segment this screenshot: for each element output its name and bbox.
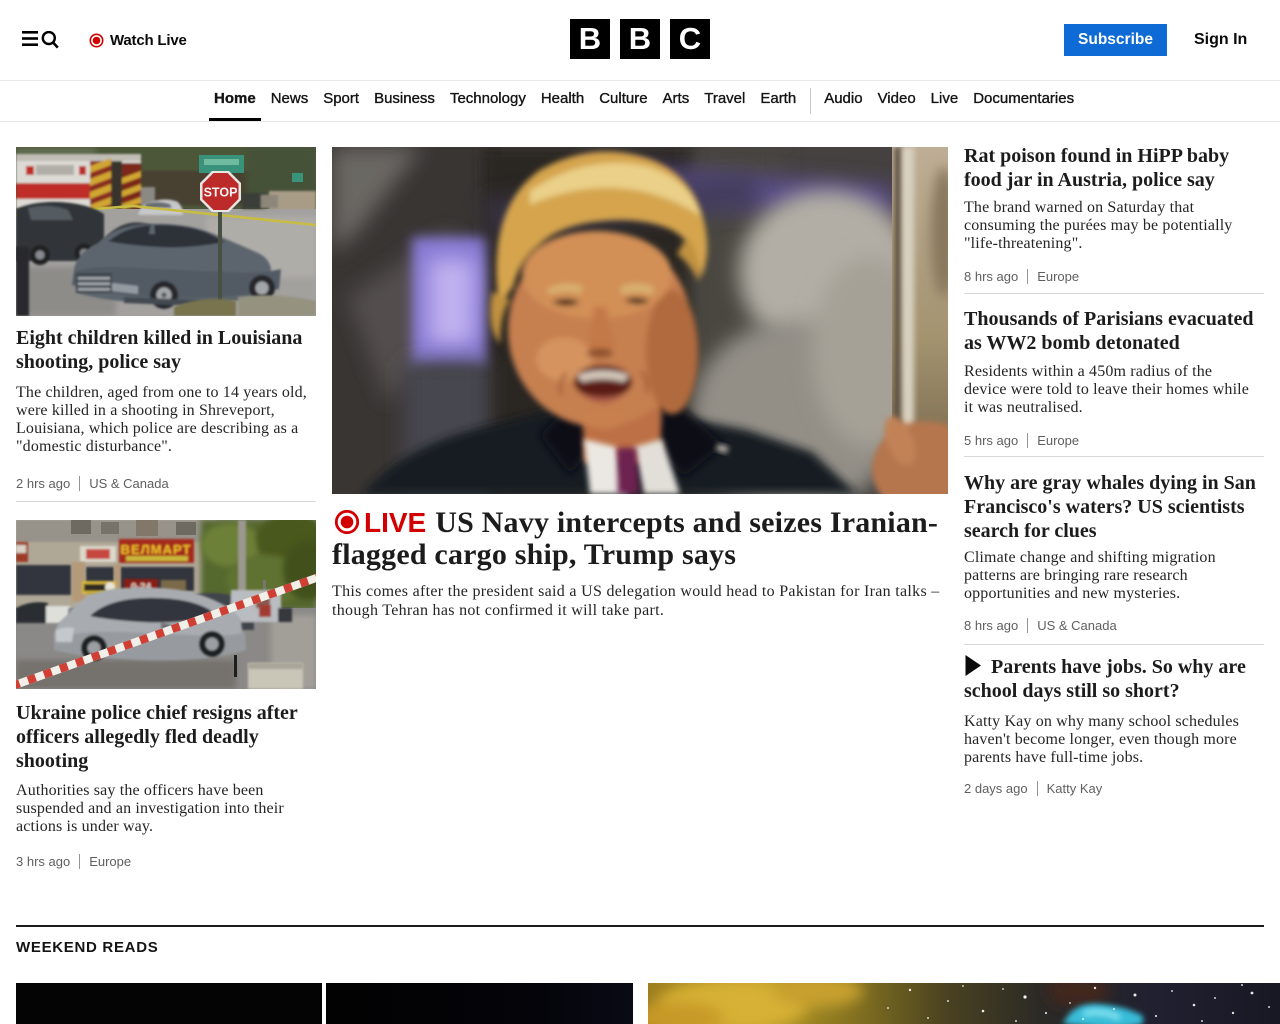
svg-text:ВЕЛМАРТ: ВЕЛМАРТ <box>121 542 192 557</box>
